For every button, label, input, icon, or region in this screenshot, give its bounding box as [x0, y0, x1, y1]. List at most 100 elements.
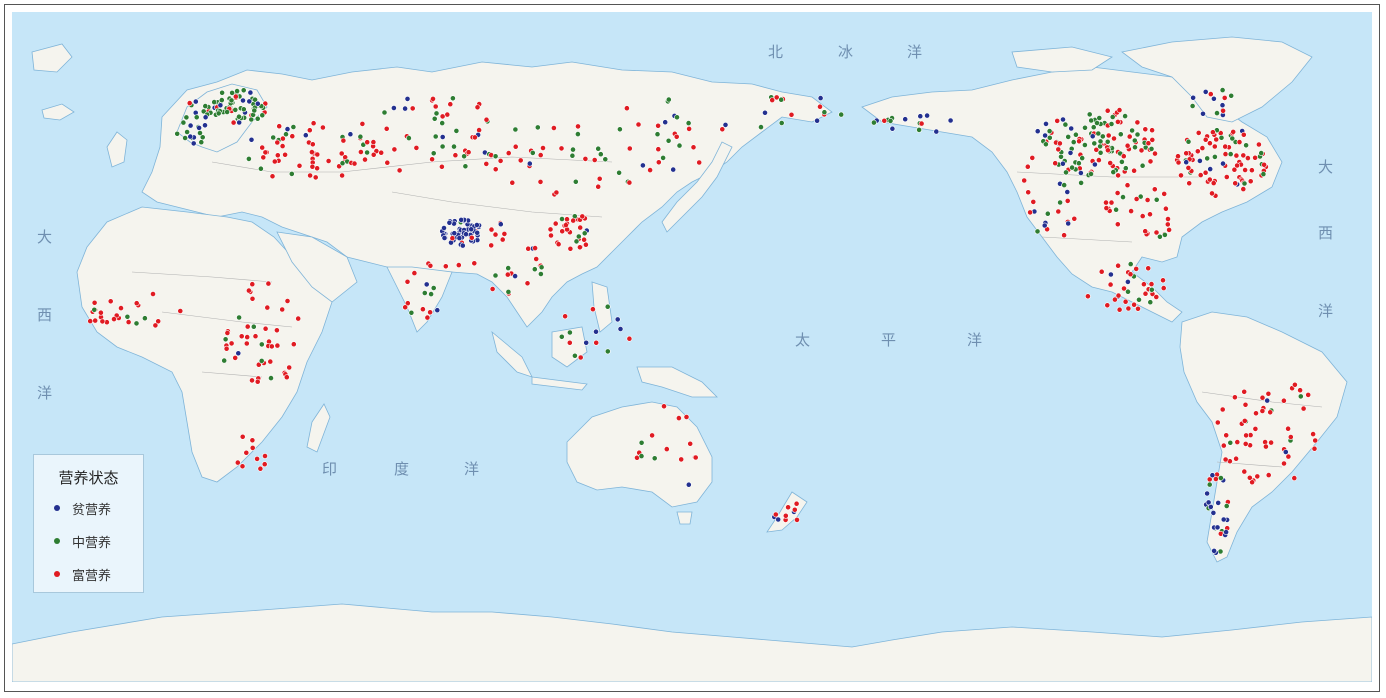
lake-point [1183, 159, 1190, 166]
lake-point [559, 216, 565, 222]
lake-point [262, 149, 269, 156]
lake-point [1097, 143, 1103, 150]
lake-point [1082, 124, 1088, 131]
lake-point [1214, 524, 1221, 531]
lake-point [243, 449, 250, 456]
lake-point [660, 154, 666, 161]
lake-point [228, 97, 235, 104]
lake-point [259, 112, 266, 119]
lake-point [235, 350, 242, 357]
lake-point [1161, 190, 1168, 197]
lake-point [1139, 213, 1146, 219]
ocean-label-atlantic-east-2: 西 [1318, 224, 1333, 242]
lake-point [1027, 209, 1033, 216]
lake-point [264, 304, 271, 311]
lake-point [1240, 186, 1247, 192]
lake-point [1197, 157, 1203, 164]
lake-point [424, 314, 431, 321]
lake-point [575, 131, 581, 137]
lake-point [1141, 281, 1147, 288]
lake-point [224, 330, 231, 336]
lake-point [404, 278, 411, 285]
lake-point [1125, 288, 1131, 295]
lake-point [889, 125, 896, 132]
lake-point [1233, 455, 1239, 462]
lake-point [1210, 129, 1216, 136]
lake-point [579, 213, 586, 220]
lake-point [1211, 548, 1217, 554]
lake-point [456, 235, 463, 241]
lake-point [665, 96, 672, 103]
lake-point [1212, 153, 1218, 160]
lake-point [1062, 121, 1069, 128]
lake-point [463, 231, 469, 238]
lake-point [1104, 138, 1111, 145]
lake-point [468, 234, 475, 241]
lake-point [1178, 172, 1184, 179]
lake-point [563, 222, 569, 228]
lake-point [234, 88, 240, 94]
lake-point [483, 160, 490, 167]
lake-point [1131, 137, 1138, 144]
lake-point [1253, 410, 1259, 417]
lake-point [1233, 152, 1240, 159]
lake-point [1107, 160, 1114, 166]
lake-point [558, 333, 565, 340]
lake-point [314, 151, 321, 158]
lake-point [461, 153, 467, 160]
lake-point [295, 315, 302, 322]
lake-point [1223, 432, 1230, 439]
lake-point [1211, 143, 1218, 150]
lake-point [547, 226, 554, 233]
lake-point [184, 129, 190, 135]
lake-point [564, 216, 570, 223]
lake-point [408, 309, 415, 316]
lake-point [259, 144, 266, 151]
lake-point [239, 463, 246, 470]
lake-point [772, 511, 779, 518]
lake-point [785, 504, 791, 511]
lake-point [577, 224, 584, 231]
lake-point [1128, 208, 1134, 214]
lake-point [1115, 292, 1122, 299]
lake-point [273, 327, 280, 334]
lake-point [676, 142, 683, 149]
lake-point [838, 111, 845, 118]
lake-point [582, 155, 589, 162]
lake-point [1144, 197, 1151, 203]
lake-point [1227, 439, 1234, 446]
lake-point [91, 299, 98, 306]
land-tasmania [676, 511, 693, 525]
lake-point [254, 100, 261, 107]
lake-point [678, 456, 685, 463]
legend-item-eutrophic: 富营养 [54, 565, 112, 584]
lake-point [364, 139, 371, 146]
lake-point [1287, 434, 1294, 440]
lake-point [871, 119, 877, 126]
lake-point [1245, 155, 1251, 161]
lake-point [722, 122, 729, 128]
lake-point [572, 178, 579, 185]
lake-point [471, 134, 478, 141]
lake-point [1057, 140, 1063, 147]
lake-point [538, 264, 545, 271]
lake-point [1061, 232, 1067, 239]
lake-point [1147, 299, 1154, 306]
lake-point [427, 262, 434, 269]
lake-point [1021, 177, 1028, 184]
lake-point [758, 124, 764, 130]
lake-point [239, 433, 246, 440]
lake-point [248, 136, 255, 143]
lake-point [661, 403, 667, 410]
lake-point [1057, 199, 1063, 206]
lake-point [244, 334, 251, 340]
lake-point [524, 280, 531, 287]
lake-point [245, 287, 252, 294]
lake-point [590, 306, 596, 313]
lake-point [778, 96, 785, 103]
lake-point [1242, 440, 1249, 447]
lake-point [1070, 139, 1077, 146]
legend-label-eutrophic: 富营养 [72, 568, 112, 584]
lake-point [533, 256, 540, 262]
lake-point [640, 162, 646, 169]
